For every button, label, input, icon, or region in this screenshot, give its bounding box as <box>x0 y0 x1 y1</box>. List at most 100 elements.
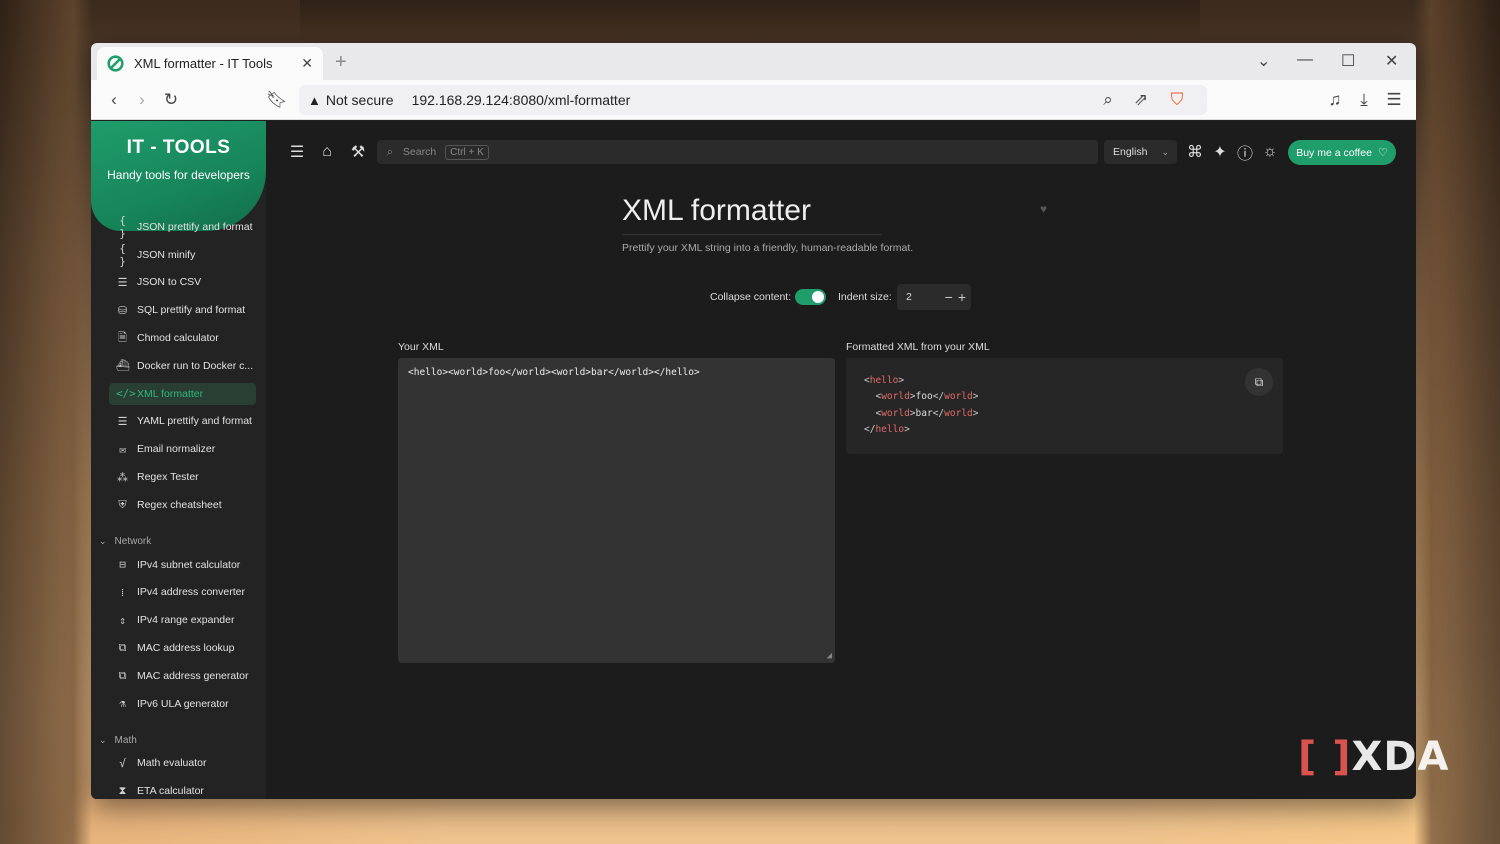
sidebar-item-json-to-csv[interactable]: ☰ JSON to CSV <box>91 269 266 297</box>
flask-icon: ⚗ <box>119 697 126 711</box>
sidebar-item-json-minify[interactable]: { } JSON minify <box>91 241 266 269</box>
hamburger-menu-icon[interactable]: ☰ <box>288 143 306 161</box>
xda-watermark: [ ]XDA <box>1298 734 1450 780</box>
sidebar-item-docker[interactable]: ⛴ Docker run to Docker c... <box>91 352 266 380</box>
xml-input-value: <hello><world>foo</world><world>bar</wor… <box>408 367 700 378</box>
forward-icon[interactable]: › <box>131 89 153 111</box>
media-icon[interactable]: ♫ <box>1324 89 1346 111</box>
indent-size-stepper[interactable]: 2 − + <box>897 284 971 310</box>
security-status[interactable]: Not secure <box>326 92 394 108</box>
close-window-icon[interactable]: ✕ <box>1385 51 1398 71</box>
sidebar-item-ipv4-range[interactable]: ⇕ IPv4 range expander <box>91 606 266 634</box>
sidebar-item-regex-tester[interactable]: ⁂ Regex Tester <box>91 463 266 491</box>
new-tab-icon[interactable]: + <box>335 51 347 74</box>
sidebar-nav: { } JSON prettify and format { } JSON mini… <box>91 213 266 799</box>
sidebar-item-label: IPv6 ULA generator <box>137 697 229 710</box>
sidebar-item-label: MAC address lookup <box>137 642 235 655</box>
sidebar-item-mac-lookup[interactable]: ⧉ MAC address lookup <box>91 634 266 662</box>
expand-icon: ⇕ <box>119 613 126 627</box>
shield-icon: ⛨ <box>118 497 127 511</box>
tab-title: XML formatter - IT Tools <box>134 56 273 71</box>
close-tab-icon[interactable]: ✕ <box>301 55 313 72</box>
sidebar-item-label: IPv4 address converter <box>137 586 245 599</box>
title-divider <box>622 234 882 235</box>
back-icon[interactable]: ‹ <box>103 89 125 111</box>
sidebar-group-network[interactable]: ⌄ Network <box>91 519 266 551</box>
sidebar-item-ipv4-subnet[interactable]: ⊟ IPv4 subnet calculator <box>91 551 266 579</box>
sidebar-item-eta-calculator[interactable]: ⧗ ETA calculator <box>91 777 266 799</box>
search-placeholder: Search <box>402 146 437 158</box>
heart-icon: ♡ <box>1377 147 1388 159</box>
bracket: </ <box>932 391 945 403</box>
address-bar[interactable]: ▲ Not secure 192.168.29.124:8080/xml-for… <box>299 85 1207 115</box>
sidebar-group-math[interactable]: ⌄ Math <box>91 718 266 750</box>
sidebar-item-sql-prettify[interactable]: ⛁ SQL prettify and format <box>91 296 266 324</box>
sidebar-item-email-normalizer[interactable]: ✉ Email normalizer <box>91 435 266 463</box>
twitter-icon[interactable]: ✦ <box>1211 143 1229 161</box>
brave-shield-icon[interactable]: ⛉ <box>1166 89 1188 111</box>
home-icon[interactable]: ⌂ <box>318 143 336 161</box>
sidebar-item-label: YAML prettify and format <box>137 415 252 428</box>
plus-icon[interactable]: + <box>958 289 966 305</box>
database-icon: ⛁ <box>117 303 128 317</box>
sidebar-item-ipv4-converter[interactable]: ⁞ IPv4 address converter <box>91 579 266 607</box>
background-left <box>0 0 92 844</box>
theme-sun-icon[interactable]: ☼ <box>1261 143 1279 161</box>
search-input[interactable]: ⌕ Search Ctrl + K <box>377 140 1098 164</box>
menu-icon[interactable]: ☰ <box>1383 89 1405 111</box>
xda-logo-bracket: [ ] <box>1298 734 1352 780</box>
braces-icon: { } <box>119 213 126 240</box>
sidebar-item-chmod[interactable]: 🗎 Chmod calculator <box>91 324 266 352</box>
warning-icon: ▲ <box>308 92 321 108</box>
xml-tag: hello <box>869 375 899 386</box>
url-text[interactable]: 192.168.29.124:8080/xml-formatter <box>412 92 631 108</box>
xml-tag: world <box>944 391 973 403</box>
minus-icon[interactable]: − <box>945 289 953 305</box>
devices-icon: ⧉ <box>118 641 127 655</box>
sidebar-item-mac-generator[interactable]: ⧉ MAC address generator <box>91 662 266 690</box>
sidebar-item-label: Math evaluator <box>137 757 207 770</box>
browser-toolbar: ‹ › ↻ 🔖︎ ▲ Not secure 192.168.29.124:808… <box>91 80 1416 120</box>
bracket: </ <box>932 407 945 419</box>
browser-tab[interactable]: XML formatter - IT Tools ✕ <box>97 47 323 80</box>
zoom-icon[interactable]: ⌕ <box>1097 89 1119 111</box>
braces-icon: { } <box>119 241 126 268</box>
reload-icon[interactable]: ↻ <box>160 89 182 111</box>
tab-list-chevron-icon[interactable]: ⌄ <box>1257 51 1270 71</box>
buy-me-a-coffee-button[interactable]: Buy me a coffee ♡ <box>1288 140 1396 165</box>
input-label: Your XML <box>398 341 444 353</box>
collapse-toggle[interactable] <box>795 289 826 305</box>
resize-handle-icon[interactable]: ◢ <box>827 651 832 661</box>
github-icon[interactable]: ⌘ <box>1186 143 1204 161</box>
indent-size-value[interactable]: 2 <box>906 291 945 303</box>
sidebar-item-math-evaluator[interactable]: √ Math evaluator <box>91 750 266 778</box>
router-icon: ⊟ <box>119 558 126 572</box>
brand-tagline: Handy tools for developers <box>107 168 250 182</box>
sidebar-item-label: ETA calculator <box>137 785 204 798</box>
download-icon[interactable]: ⤓ <box>1353 89 1375 111</box>
sidebar-item-xml-formatter[interactable]: </> XML formatter <box>91 380 266 408</box>
sidebar-group-label: Math <box>114 734 137 746</box>
info-icon[interactable]: ⓘ <box>1236 143 1254 163</box>
copy-icon[interactable]: ⧉ <box>1245 368 1273 396</box>
sidebar-item-regex-cheatsheet[interactable]: ⛨ Regex cheatsheet <box>91 491 266 519</box>
sidebar-item-label: IPv4 range expander <box>137 614 235 627</box>
bookmark-icon[interactable]: 🔖︎ <box>266 89 288 111</box>
minimize-icon[interactable]: — <box>1297 51 1313 69</box>
share-icon[interactable]: ⇗ <box>1130 89 1152 111</box>
indent-label: Indent size: <box>838 291 892 303</box>
favorite-heart-icon[interactable]: ♥ <box>1040 202 1047 216</box>
sidebar-item-ipv6-ula[interactable]: ⚗ IPv6 ULA generator <box>91 690 266 718</box>
xml-tag: world <box>881 391 910 403</box>
sidebar-item-yaml-prettify[interactable]: ☰ YAML prettify and format <box>91 408 266 436</box>
output-label: Formatted XML from your XML <box>846 341 990 353</box>
maximize-icon[interactable]: ☐ <box>1341 51 1355 71</box>
language-select[interactable]: English ⌄ <box>1104 140 1177 164</box>
sidebar-item-label: Docker run to Docker c... <box>137 359 254 372</box>
sidebar-group-label: Network <box>114 535 152 547</box>
hourglass-icon: ⧗ <box>118 784 127 798</box>
file-icon: 🗎 <box>118 330 127 344</box>
xml-input-textarea[interactable]: <hello><world>foo</world><world>bar</wor… <box>398 358 835 663</box>
paint-roller-icon[interactable]: ⚒ <box>349 143 367 161</box>
regex-icon: ⁂ <box>117 470 128 484</box>
